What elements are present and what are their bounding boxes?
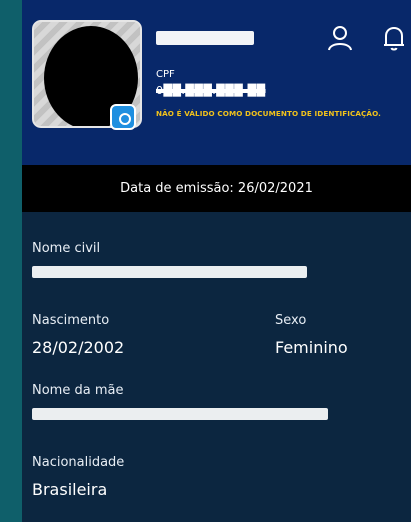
cpf-value: 0██.███.███-██ [156, 84, 266, 97]
nome-mae-redacted [32, 408, 328, 420]
nascimento-label: Nascimento [32, 313, 110, 328]
sexo-value: Feminino [275, 338, 348, 357]
digital-id-card: CPF 0██.███.███-██ NÃO É VÁLIDO COMO DOC… [22, 0, 411, 522]
nome-civil-label: Nome civil [32, 241, 101, 256]
user-icon[interactable] [324, 22, 356, 54]
name-redacted-block [156, 31, 254, 45]
camera-icon[interactable] [110, 104, 136, 130]
not-valid-notice: NÃO É VÁLIDO COMO DOCUMENTO DE IDENTIFIC… [156, 109, 381, 118]
card-header: CPF 0██.███.███-██ NÃO É VÁLIDO COMO DOC… [22, 0, 411, 165]
nacionalidade-label: Nacionalidade [32, 455, 125, 470]
cpf-label: CPF [156, 69, 175, 80]
nome-mae-label: Nome da mãe [32, 383, 124, 398]
nascimento-value: 28/02/2002 [32, 338, 125, 357]
emission-date-bar: Data de emissão: 26/02/2021 [22, 165, 411, 212]
sexo-label: Sexo [275, 313, 307, 328]
bell-icon[interactable] [378, 22, 410, 54]
nacionalidade-value: Brasileira [32, 480, 108, 499]
nome-civil-redacted [32, 266, 307, 278]
